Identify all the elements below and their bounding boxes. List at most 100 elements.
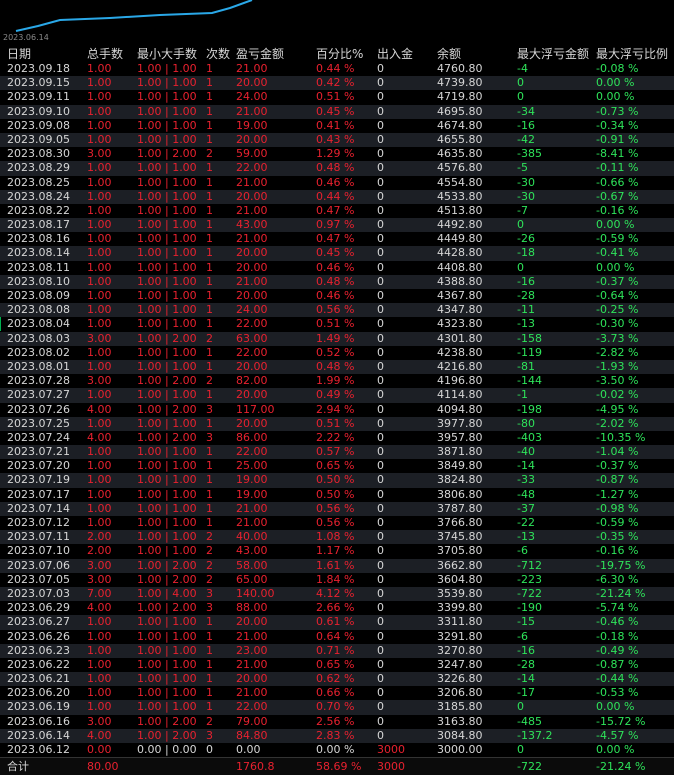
table-row[interactable]: 2023.06.21 1.00 1.00 | 1.00 1 20.00 0.62 % 0 32… <box>0 672 674 687</box>
cell-balance: 4196.80 <box>437 374 483 388</box>
cell-total-lots: 1.00 <box>87 501 112 515</box>
cell-pnl-percent: 0.45 % <box>316 104 355 118</box>
table-row[interactable]: 2023.08.22 1.00 1.00 | 1.00 1 21.00 0.47 % 0 45… <box>0 204 674 218</box>
cell-trade-count: 1 <box>206 516 213 529</box>
table-row[interactable]: 2023.06.16 3.00 1.00 | 2.00 2 79.00 2.56 % 0 31… <box>0 715 674 729</box>
table-row[interactable]: 2023.06.22 1.00 1.00 | 1.00 1 21.00 0.65 % 0 32… <box>0 658 674 672</box>
table-row[interactable]: 2023.06.23 1.00 1.00 | 1.00 1 23.00 0.71 % 0 32… <box>0 643 674 658</box>
header-deposit-withdraw[interactable]: 出入金 <box>377 46 433 62</box>
table-row[interactable]: 2023.06.14 4.00 1.00 | 2.00 3 84.80 2.83 % 0 30… <box>0 728 674 743</box>
table-row[interactable]: 2023.08.29 1.00 1.00 | 1.00 1 22.00 0.48 % 0 45… <box>0 161 674 176</box>
table-row[interactable]: 2023.09.11 1.00 1.00 | 1.00 1 24.00 0.51 % 0 47… <box>0 90 674 104</box>
table-row[interactable]: 2023.07.27 1.00 1.00 | 1.00 1 20.00 0.49 % 0 41… <box>0 388 674 403</box>
table-row[interactable]: 2023.09.05 1.00 1.00 | 1.00 1 20.00 0.43 % 0 46… <box>0 132 674 148</box>
table-row[interactable]: 2023.07.17 1.00 1.00 | 1.00 1 19.00 0.50 % 0 38… <box>0 488 674 502</box>
header-date[interactable]: 日期 <box>7 46 85 62</box>
cell-date: 2023.08.17 <box>7 218 70 232</box>
cell-balance: 4323.80 <box>437 317 483 331</box>
table-row[interactable]: 2023.07.20 1.00 1.00 | 1.00 1 25.00 0.65 % 0 38… <box>0 459 674 473</box>
cell-min-max-lots: 1.00 | 1.00 <box>137 643 197 657</box>
table-row[interactable]: 2023.07.21 1.00 1.00 | 1.00 1 22.00 0.57 % 0 38… <box>0 445 674 460</box>
table-row[interactable]: 2023.08.30 3.00 1.00 | 2.00 2 59.00 1.29 % 0 46… <box>0 147 674 161</box>
table-row[interactable]: 2023.07.24 4.00 1.00 | 2.00 3 86.00 2.22 % 0 39… <box>0 431 674 445</box>
header-pnl-amount[interactable]: 盈亏金额 <box>236 46 314 62</box>
table-row[interactable]: 2023.09.15 1.00 1.00 | 1.00 1 20.00 0.42 % 0 47… <box>0 76 674 91</box>
cell-min-max-lots: 1.00 | 1.00 <box>137 260 197 274</box>
cell-pnl-percent: 0.56 % <box>316 501 355 515</box>
cell-balance: 3977.80 <box>437 416 483 430</box>
cell-total-lots: 0.00 <box>87 743 112 756</box>
table-row[interactable]: 2023.09.10 1.00 1.00 | 1.00 1 21.00 0.45 % 0 46… <box>0 104 674 119</box>
header-total-lots[interactable]: 总手数 <box>87 46 135 62</box>
header-pnl-percent[interactable]: 百分比% <box>316 46 374 62</box>
table-row[interactable]: 2023.06.27 1.00 1.00 | 1.00 1 20.00 0.61 % 0 33… <box>0 615 674 630</box>
cell-trade-count: 1 <box>206 643 213 657</box>
table-row[interactable]: 2023.08.04 1.00 1.00 | 1.00 1 22.00 0.51 % 0 43… <box>0 317 674 332</box>
header-max-drawdown-ratio[interactable]: 最大浮亏比例 <box>596 46 672 62</box>
cell-date: 2023.07.24 <box>7 430 70 444</box>
table-row[interactable]: 2023.08.14 1.00 1.00 | 1.00 1 20.00 0.45 % 0 44… <box>0 246 674 261</box>
cell-pnl-amount: 21.00 <box>236 175 268 189</box>
cell-pnl-percent: 0.42 % <box>316 76 355 90</box>
cell-total-lots: 3.00 <box>87 558 112 572</box>
cell-max-drawdown-amount: -34 <box>517 104 535 118</box>
table-row[interactable]: 2023.08.08 1.00 1.00 | 1.00 1 24.00 0.56 % 0 43… <box>0 303 674 318</box>
table-row[interactable]: 2023.08.03 3.00 1.00 | 2.00 2 63.00 1.49 % 0 43… <box>0 331 674 346</box>
table-row[interactable]: 2023.08.09 1.00 1.00 | 1.00 1 20.00 0.46 % 0 43… <box>0 289 674 303</box>
cell-deposit-withdraw: 0 <box>377 501 384 515</box>
cell-pnl-amount: 140.00 <box>236 586 275 600</box>
table-row[interactable]: 2023.07.03 7.00 1.00 | 4.00 3 140.00 4.12 % 0 3… <box>0 586 674 602</box>
table-row[interactable]: 2023.07.19 1.00 1.00 | 1.00 1 19.00 0.50 % 0 38… <box>0 473 674 488</box>
cell-trade-count: 1 <box>206 189 213 203</box>
cell-pnl-percent: 0.52 % <box>316 345 355 359</box>
cell-trade-count: 3 <box>206 728 213 742</box>
table-row[interactable]: 2023.07.12 1.00 1.00 | 1.00 1 21.00 0.56 % 0 37… <box>0 516 674 530</box>
cell-balance: 4114.80 <box>437 388 483 402</box>
cell-max-drawdown-amount: -7 <box>517 203 528 217</box>
table-row[interactable]: 2023.08.02 1.00 1.00 | 1.00 1 22.00 0.52 % 0 42… <box>0 346 674 360</box>
table-row[interactable]: 2023.07.05 3.00 1.00 | 2.00 2 65.00 1.84 % 0 36… <box>0 573 674 587</box>
table-row[interactable]: 2023.08.01 1.00 1.00 | 1.00 1 20.00 0.48 % 0 42… <box>0 359 674 375</box>
cell-total-lots: 1.00 <box>87 445 112 459</box>
header-min-max-lots[interactable]: 最小大手数 <box>137 46 205 62</box>
cell-balance: 4576.80 <box>437 161 483 175</box>
table-row[interactable]: 2023.08.11 1.00 1.00 | 1.00 1 20.00 0.46 % 0 44… <box>0 261 674 275</box>
table-row[interactable]: 2023.07.14 1.00 1.00 | 1.00 1 21.00 0.56 % 0 37… <box>0 501 674 516</box>
table-row[interactable]: 2023.06.20 1.00 1.00 | 1.00 1 21.00 0.66 % 0 32… <box>0 686 674 700</box>
table-row[interactable]: 2023.06.19 1.00 1.00 | 1.00 1 22.00 0.70 % 0 31… <box>0 700 674 715</box>
cell-min-max-lots: 1.00 | 1.00 <box>137 487 197 501</box>
table-row[interactable]: 2023.06.12 0.00 0.00 | 0.00 0 0.00 0.00 % 3000… <box>0 743 674 757</box>
table-row[interactable]: 2023.06.29 4.00 1.00 | 2.00 3 88.00 2.66 % 0 33… <box>0 601 674 615</box>
table-row[interactable]: 2023.07.25 1.00 1.00 | 1.00 1 20.00 0.51 % 0 39… <box>0 416 674 431</box>
cell-max-drawdown-ratio: -0.37 % <box>596 274 639 288</box>
table-row[interactable]: 2023.07.10 2.00 1.00 | 1.00 2 43.00 1.17 % 0 37… <box>0 544 674 558</box>
table-row[interactable]: 2023.07.11 2.00 1.00 | 1.00 2 40.00 1.08 % 0 37… <box>0 530 674 545</box>
cell-max-drawdown-ratio: -0.91 % <box>596 132 639 146</box>
table-row[interactable]: 2023.06.26 1.00 1.00 | 1.00 1 21.00 0.64 % 0 32… <box>0 630 674 644</box>
cell-min-max-lots: 1.00 | 2.00 <box>137 147 197 161</box>
cell-deposit-withdraw: 0 <box>377 118 384 132</box>
cell-min-max-lots: 1.00 | 1.00 <box>137 516 197 529</box>
table-row[interactable]: 2023.08.10 1.00 1.00 | 1.00 1 21.00 0.48 % 0 43… <box>0 274 674 289</box>
table-row[interactable]: 2023.07.28 3.00 1.00 | 2.00 2 82.00 1.99 % 0 41… <box>0 374 674 388</box>
table-row[interactable]: 2023.09.18 1.00 1.00 | 1.00 1 21.00 0.44 % 0 47… <box>0 62 674 76</box>
header-trade-count[interactable]: 次数 <box>206 46 234 62</box>
cell-max-drawdown-ratio: -0.98 % <box>596 501 639 515</box>
cell-pnl-percent: 0.65 % <box>316 657 355 671</box>
table-row[interactable]: 2023.08.17 1.00 1.00 | 1.00 1 43.00 0.97 % 0 44… <box>0 218 674 233</box>
cell-min-max-lots: 1.00 | 1.00 <box>137 303 197 317</box>
table-row[interactable]: 2023.08.25 1.00 1.00 | 1.00 1 21.00 0.46 % 0 45… <box>0 176 674 190</box>
table-row[interactable]: 2023.07.26 4.00 1.00 | 2.00 3 117.00 2.94 % 0 4… <box>0 403 674 417</box>
cell-trade-count: 1 <box>206 260 213 274</box>
header-max-drawdown-amount[interactable]: 最大浮亏金额 <box>517 46 593 62</box>
cell-total-lots: 3.00 <box>87 714 112 728</box>
table-row[interactable]: 2023.08.24 1.00 1.00 | 1.00 1 20.00 0.44 % 0 45… <box>0 189 674 204</box>
cell-pnl-percent: 0.48 % <box>316 274 355 288</box>
cell-min-max-lots: 1.00 | 1.00 <box>137 317 197 331</box>
table-row[interactable]: 2023.08.16 1.00 1.00 | 1.00 1 21.00 0.47 % 0 44… <box>0 232 674 246</box>
table-row[interactable]: 2023.09.08 1.00 1.00 | 1.00 1 19.00 0.41 % 0 46… <box>0 119 674 133</box>
cell-pnl-amount: 21.00 <box>236 232 268 246</box>
table-row[interactable]: 2023.07.06 3.00 1.00 | 2.00 2 58.00 1.61 % 0 36… <box>0 558 674 573</box>
header-balance[interactable]: 余额 <box>437 46 513 62</box>
cell-pnl-percent: 0.97 % <box>316 218 355 232</box>
